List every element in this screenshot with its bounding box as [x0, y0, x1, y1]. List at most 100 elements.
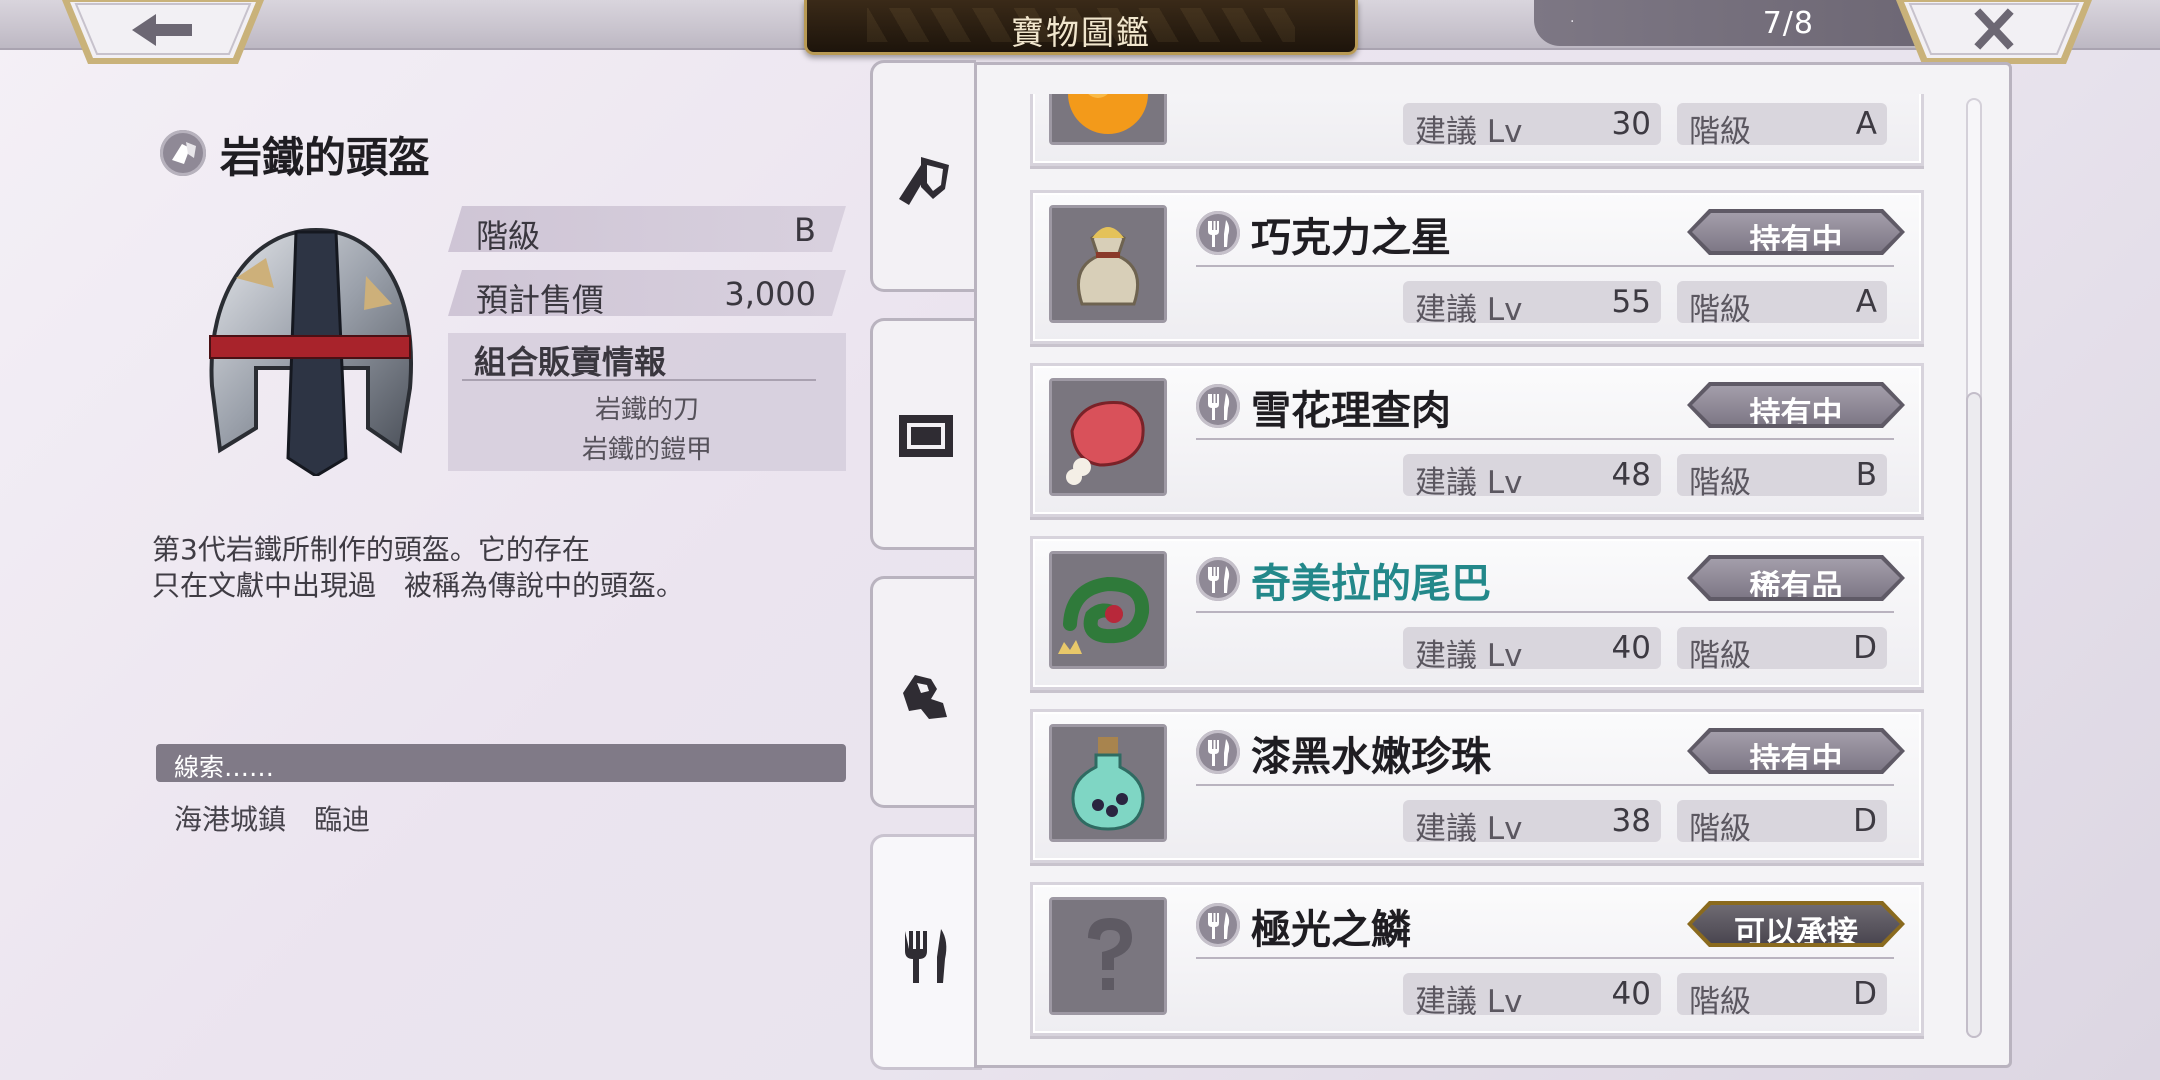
grade-label: 階級	[1689, 292, 1751, 328]
page-count: 7/8	[1762, 6, 1814, 41]
grade: 階級 A	[1677, 281, 1887, 328]
status-badge: 持有中	[1687, 728, 1905, 774]
price-label: 預計售價	[476, 281, 605, 319]
tab-painting[interactable]	[870, 318, 976, 550]
list-item[interactable]: 雪花理查肉 持有中 建議 Lv 48 階級 B	[1030, 363, 1924, 517]
grade-label: 階級	[1689, 811, 1751, 847]
suggested-level: 建議 Lv 40	[1403, 973, 1661, 1020]
status-text: 持有中	[1749, 742, 1843, 778]
list-item[interactable]: 奇美拉的尾巴 稀有品 建議 Lv 40 階級 D	[1030, 536, 1924, 690]
page-indicator: · 7/8	[1534, 0, 1934, 46]
snake-tail-icon	[1049, 551, 1167, 669]
level-value: 40	[1611, 630, 1651, 666]
status-text: 持有中	[1749, 223, 1843, 259]
item-title: 岩鐵的頭盔	[220, 133, 431, 182]
grade-value: B	[1855, 457, 1877, 493]
name-divider	[1196, 611, 1894, 613]
helmet-image	[196, 218, 424, 478]
list-item[interactable]: 極光之鱗 可以承接 建議 Lv 40 階級 D	[1030, 882, 1924, 1036]
status-badge: 持有中	[1687, 209, 1905, 255]
level-value: 48	[1611, 457, 1651, 493]
list-item[interactable]: 建議 Lv 30 階級 A	[1030, 94, 1924, 166]
tab-material[interactable]	[870, 576, 976, 808]
food-utensils-icon	[905, 929, 947, 983]
clue-label: 線索……	[174, 753, 275, 782]
suggested-level: 建議 Lv 55	[1403, 281, 1661, 328]
scrollbar-thumb[interactable]	[1966, 392, 1982, 1038]
grade: 階級 D	[1677, 973, 1887, 1020]
level-value: 40	[1611, 976, 1651, 1012]
level-label: 建議 Lv	[1415, 811, 1523, 847]
combo-title: 組合販賣情報	[474, 343, 667, 381]
status-badge: 持有中	[1687, 382, 1905, 428]
item-name: 極光之鱗	[1251, 906, 1411, 953]
grade-value: D	[1853, 976, 1877, 1012]
food-category-icon	[1196, 211, 1240, 255]
level-label: 建議 Lv	[1415, 114, 1523, 150]
close-icon	[1896, 0, 2092, 64]
close-button[interactable]	[1896, 0, 2092, 64]
grade-label: 階級	[1689, 114, 1751, 150]
grade-label: 階級	[476, 217, 541, 255]
material-ore-icon	[903, 675, 947, 719]
status-badge: 稀有品	[1687, 555, 1905, 601]
grade-value: D	[1853, 630, 1877, 666]
title-plate: 寶物圖鑑	[804, 0, 1358, 55]
grade-value: A	[1855, 284, 1877, 320]
grade: 階級 A	[1677, 103, 1887, 150]
page-dot: ·	[1570, 14, 1575, 30]
back-button[interactable]	[62, 0, 264, 64]
name-divider	[1196, 265, 1894, 267]
item-list[interactable]: 建議 Lv 30 階級 A 巧克力之星 持有中 建議 Lv 55 階級 A 雪花…	[1030, 94, 1928, 1062]
item-name: 漆黑水嫩珍珠	[1251, 733, 1491, 780]
level-label: 建議 Lv	[1415, 984, 1523, 1020]
food-category-icon	[1196, 384, 1240, 428]
combo-divider	[462, 379, 816, 381]
grade-value: B	[794, 211, 816, 249]
level-label: 建議 Lv	[1415, 638, 1523, 674]
clue-location: 海港城鎮 臨迪	[174, 803, 371, 836]
level-value: 55	[1611, 284, 1651, 320]
description-line: 只在文獻中出現過 被稱為傳說中的頭盔。	[152, 569, 685, 602]
item-description: 第3代岩鐵所制作的頭盔。它的存在 只在文獻中出現過 被稱為傳說中的頭盔。	[152, 532, 852, 604]
suggested-level: 建議 Lv 40	[1403, 627, 1661, 674]
grade-row: 階級 B	[448, 206, 846, 252]
weapon-armor-icon	[899, 157, 949, 205]
item-name: 奇美拉的尾巴	[1251, 560, 1491, 607]
combo-item: 岩鐵的鎧甲	[581, 435, 712, 465]
page-title: 寶物圖鑑	[1011, 13, 1151, 52]
status-text: 可以承接	[1734, 915, 1858, 951]
grade-value: A	[1855, 106, 1877, 142]
level-value: 30	[1611, 106, 1651, 142]
food-category-icon	[1196, 903, 1240, 947]
unknown-question-icon	[1049, 897, 1167, 1015]
tab-weapon-armor[interactable]	[870, 60, 976, 292]
grade-value: D	[1853, 803, 1877, 839]
list-item[interactable]: 巧克力之星 持有中 建議 Lv 55 階級 A	[1030, 190, 1924, 344]
name-divider	[1196, 438, 1894, 440]
armor-category-icon	[160, 130, 206, 176]
suggested-level: 建議 Lv 48	[1403, 454, 1661, 501]
gold-sack-icon	[1049, 205, 1167, 323]
name-divider	[1196, 784, 1894, 786]
level-value: 38	[1611, 803, 1651, 839]
suggested-level: 建議 Lv 30	[1403, 103, 1661, 150]
food-category-icon	[1196, 557, 1240, 601]
list-item[interactable]: 漆黑水嫩珍珠 持有中 建議 Lv 38 階級 D	[1030, 709, 1924, 863]
potion-bottle-icon	[1049, 724, 1167, 842]
grade-label: 階級	[1689, 984, 1751, 1020]
grade-label: 階級	[1689, 465, 1751, 501]
level-label: 建議 Lv	[1415, 465, 1523, 501]
meat-bone-icon	[1049, 378, 1167, 496]
suggested-level: 建議 Lv 38	[1403, 800, 1661, 847]
combo-sale-info: 組合販賣情報 岩鐵的刀 岩鐵的鎧甲	[448, 333, 846, 471]
orange-fruit-icon	[1049, 94, 1167, 145]
painting-frame-icon	[899, 415, 953, 457]
clue-header: 線索……	[156, 744, 846, 782]
combo-item: 岩鐵的刀	[594, 395, 699, 425]
tab-food[interactable]	[870, 834, 982, 1070]
name-divider	[1196, 957, 1894, 959]
price-row: 預計售價 3,000	[448, 270, 846, 316]
grade: 階級 D	[1677, 627, 1887, 674]
status-badge: 可以承接	[1687, 901, 1905, 947]
